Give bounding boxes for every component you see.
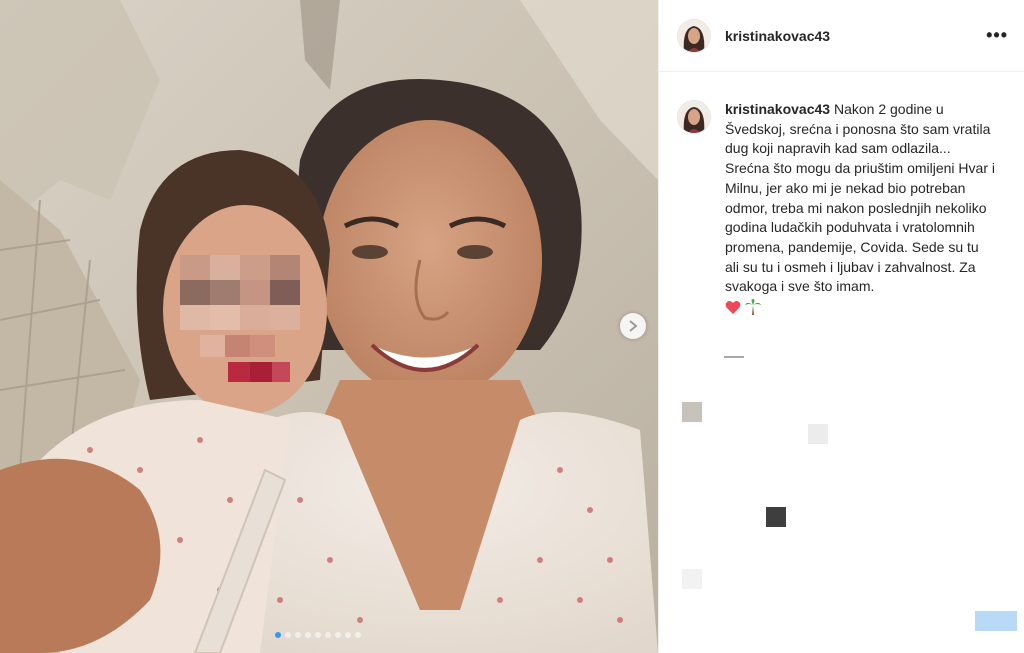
image-artifact — [682, 569, 702, 589]
image-artifact — [766, 507, 786, 527]
post-media[interactable] — [0, 0, 658, 653]
carousel-dot — [305, 632, 311, 638]
image-artifact — [682, 402, 702, 422]
carousel-dot-active — [275, 632, 281, 638]
carousel-dot — [345, 632, 351, 638]
caption-body: Nakon 2 godine u Švedskoj, srećna i pono… — [725, 101, 995, 295]
carousel-dot — [355, 632, 361, 638]
carousel-indicator — [275, 632, 361, 638]
avatar[interactable] — [677, 18, 711, 53]
post-header: kristinakovac43 ••• — [659, 0, 1024, 72]
caption-emojis — [725, 299, 995, 316]
carousel-dot — [325, 632, 331, 638]
header-username-link[interactable]: kristinakovac43 — [725, 28, 830, 44]
more-options-button[interactable]: ••• — [986, 25, 1008, 46]
image-artifact — [975, 611, 1017, 631]
palm-tree-emoji-icon — [745, 299, 761, 316]
carousel-dot — [295, 632, 301, 638]
avatar-image — [678, 101, 710, 133]
carousel-dot — [315, 632, 321, 638]
caption-comment: kristinakovac43 Nakon 2 godine u Švedsko… — [659, 72, 1024, 316]
next-slide-button[interactable] — [620, 313, 646, 339]
image-artifact — [808, 424, 828, 444]
chevron-right-icon — [629, 320, 638, 332]
instagram-post: kristinakovac43 ••• kristinakovac43 Nako… — [0, 0, 1024, 653]
heart-emoji-icon — [725, 300, 741, 314]
carousel-dot — [335, 632, 341, 638]
post-photo — [0, 0, 658, 653]
caption-text-block: kristinakovac43 Nakon 2 godine u Švedsko… — [725, 100, 995, 316]
avatar-image — [678, 19, 710, 52]
caption-username-link[interactable]: kristinakovac43 — [725, 101, 830, 117]
comment-divider — [724, 356, 744, 358]
carousel-dot — [285, 632, 291, 638]
post-side-panel: kristinakovac43 ••• kristinakovac43 Nako… — [658, 0, 1024, 653]
caption-avatar[interactable] — [677, 100, 711, 134]
